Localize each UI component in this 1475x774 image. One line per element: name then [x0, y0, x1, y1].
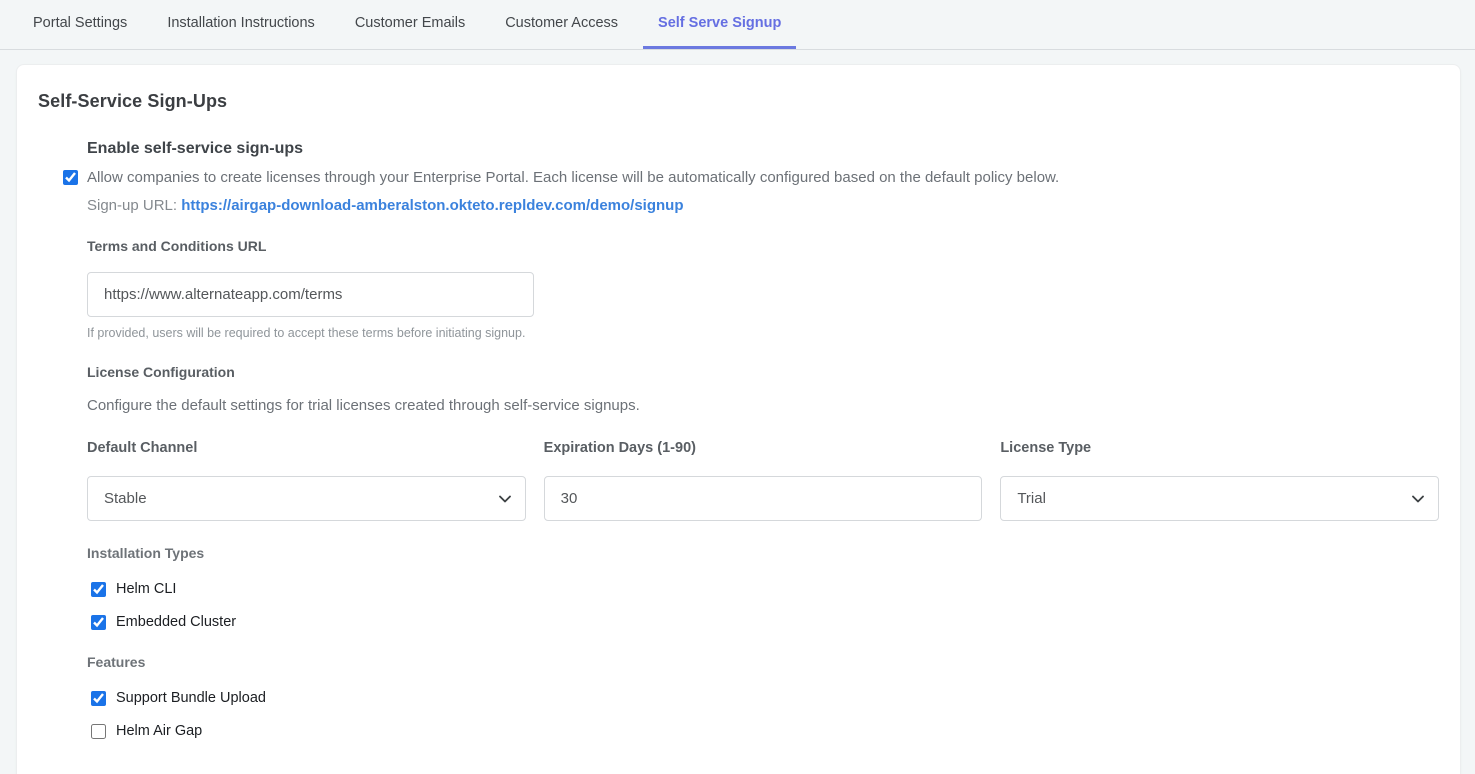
expiration-days-field: Expiration Days (1-90)	[544, 440, 983, 521]
feature-row: Support Bundle Upload	[91, 690, 1439, 706]
features-label: Features	[87, 654, 1439, 670]
enable-section: Enable self-service sign-ups Allow compa…	[38, 140, 1439, 739]
feature-row: Helm Air Gap	[91, 723, 1439, 739]
tab-bar: Portal Settings Installation Instruction…	[0, 0, 1475, 50]
terms-url-label: Terms and Conditions URL	[87, 238, 1439, 254]
license-type-label: License Type	[1000, 440, 1439, 456]
terms-help-text: If provided, users will be required to a…	[87, 326, 1439, 340]
license-fields-row: Default Channel Stable Expiration Days (…	[87, 440, 1439, 521]
helm-cli-label[interactable]: Helm CLI	[116, 581, 176, 597]
helm-air-gap-checkbox[interactable]	[91, 724, 106, 739]
installation-type-row: Embedded Cluster	[91, 614, 1439, 630]
features-options: Support Bundle Upload Helm Air Gap	[91, 690, 1439, 739]
license-type-select[interactable]: Trial	[1000, 476, 1439, 521]
enable-description: Allow companies to create licenses throu…	[87, 168, 1059, 188]
terms-url-input[interactable]	[87, 272, 534, 317]
license-configuration-label: License Configuration	[87, 364, 1439, 380]
tab-portal-settings[interactable]: Portal Settings	[18, 0, 142, 49]
features-block: Features	[87, 654, 1439, 670]
installation-type-row: Helm CLI	[91, 581, 1439, 597]
tab-customer-emails[interactable]: Customer Emails	[340, 0, 480, 49]
support-bundle-upload-label[interactable]: Support Bundle Upload	[116, 690, 266, 706]
expiration-days-label: Expiration Days (1-90)	[544, 440, 983, 456]
self-serve-signup-panel: Self-Service Sign-Ups Enable self-servic…	[16, 64, 1461, 774]
signup-url-link[interactable]: https://airgap-download-amberalston.okte…	[181, 197, 683, 214]
tab-self-serve-signup[interactable]: Self Serve Signup	[643, 0, 796, 49]
tab-customer-access[interactable]: Customer Access	[490, 0, 633, 49]
embedded-cluster-checkbox[interactable]	[91, 615, 106, 630]
helm-air-gap-label[interactable]: Helm Air Gap	[116, 723, 202, 739]
terms-block: Terms and Conditions URL If provided, us…	[87, 238, 1439, 340]
installation-types-block: Installation Types	[87, 545, 1439, 561]
installation-types-label: Installation Types	[87, 545, 1439, 561]
helm-cli-checkbox[interactable]	[91, 582, 106, 597]
license-configuration-block: License Configuration Configure the defa…	[87, 364, 1439, 414]
license-configuration-description: Configure the default settings for trial…	[87, 397, 1439, 414]
default-channel-field: Default Channel Stable	[87, 440, 526, 521]
tab-installation-instructions[interactable]: Installation Instructions	[152, 0, 330, 49]
default-channel-select[interactable]: Stable	[87, 476, 526, 521]
embedded-cluster-label[interactable]: Embedded Cluster	[116, 614, 236, 630]
license-type-field: License Type Trial	[1000, 440, 1439, 521]
enable-signups-checkbox[interactable]	[63, 170, 78, 185]
page-title: Self-Service Sign-Ups	[38, 91, 1439, 112]
expiration-days-input[interactable]	[544, 476, 983, 521]
installation-types-options: Helm CLI Embedded Cluster	[91, 581, 1439, 630]
signup-url-label: Sign-up URL:	[87, 197, 177, 214]
support-bundle-upload-checkbox[interactable]	[91, 691, 106, 706]
enable-heading: Enable self-service sign-ups	[87, 140, 1439, 158]
default-channel-label: Default Channel	[87, 440, 526, 456]
